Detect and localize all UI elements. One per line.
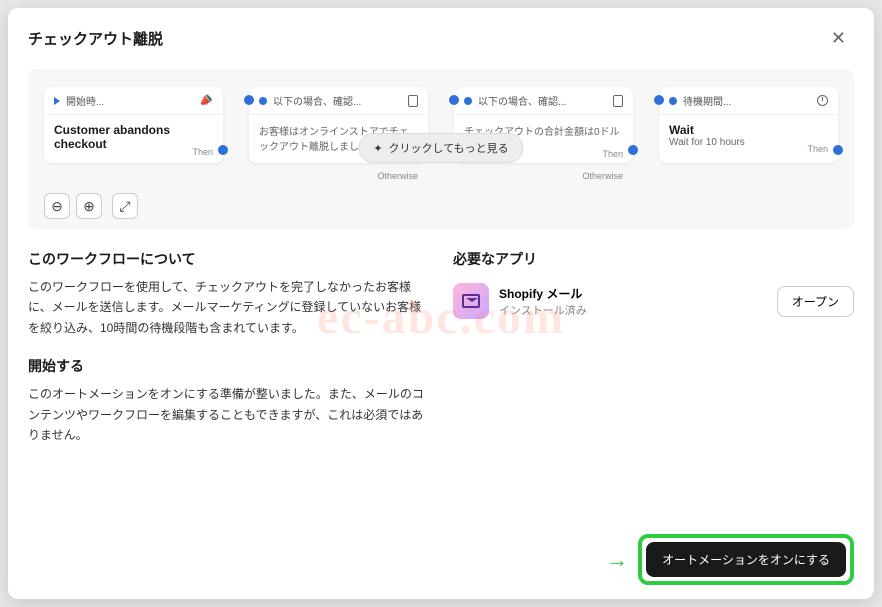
cursor-icon: ✦ [373, 142, 382, 155]
about-title: このワークフローについて [28, 249, 429, 269]
connector-dot-icon [244, 95, 254, 105]
app-row: Shopify メール インストール済み オープン [453, 277, 854, 325]
node-header-label: 以下の場合、確認... [273, 93, 361, 108]
content-sections: このワークフローについて このワークフローを使用して、チェックアウトを完了しなか… [28, 249, 854, 463]
then-label: Then [807, 144, 828, 154]
clipboard-icon [613, 95, 623, 107]
workflow-canvas[interactable]: 開始時... 📣 Customer abandons checkout Then [28, 69, 854, 229]
click-more-pill[interactable]: ✦ クリックしてもっと見る [358, 133, 523, 163]
workflow-node-trigger[interactable]: 開始時... 📣 Customer abandons checkout Then [44, 87, 223, 163]
connector-dot-icon [628, 145, 638, 155]
workflow-node-wait[interactable]: 待機期間... Wait Wait for 10 hours Then [659, 87, 838, 163]
node-header-label: 以下の場合、確認... [478, 93, 566, 108]
otherwise-row: Otherwise Otherwise [44, 171, 838, 181]
highlight-annotation: オートメーションをオンにする [638, 534, 854, 585]
dot-icon [669, 97, 677, 105]
open-app-button[interactable]: オープン [777, 286, 854, 317]
zoom-in-button[interactable]: ⊕ [76, 193, 102, 219]
turn-on-automation-button[interactable]: オートメーションをオンにする [646, 542, 846, 577]
node-title: Customer abandons checkout [54, 123, 213, 151]
node-title: Wait [669, 123, 828, 137]
connector-dot-icon [654, 95, 664, 105]
otherwise-label: Otherwise [249, 171, 428, 181]
play-icon [54, 97, 60, 105]
zoom-out-button[interactable]: ⊖ [44, 193, 70, 219]
node-header-label: 待機期間... [683, 93, 731, 108]
modal: チェックアウト離脱 ✕ 開始時... 📣 Customer abandons c… [8, 8, 874, 599]
start-text: このオートメーションをオンにする準備が整いました。また、メールのコンテンツやワー… [28, 384, 429, 445]
node-body: Wait Wait for 10 hours Then [659, 115, 838, 158]
node-header-label: 開始時... [66, 93, 104, 108]
megaphone-icon: 📣 [197, 92, 214, 109]
close-button[interactable]: ✕ [823, 24, 854, 53]
connector-dot-icon [449, 95, 459, 105]
fit-button[interactable]: ⤢ [112, 193, 138, 219]
click-more-label: クリックしてもっと見る [389, 140, 509, 156]
apps-column: 必要なアプリ Shopify メール インストール済み オープン [453, 249, 854, 463]
app-icon [453, 283, 489, 319]
node-desc: Wait for 10 hours [669, 137, 828, 148]
about-column: このワークフローについて このワークフローを使用して、チェックアウトを完了しなか… [28, 249, 429, 463]
arrow-hint-icon: → [606, 547, 628, 573]
node-header: 開始時... 📣 [44, 87, 223, 115]
modal-body: 開始時... 📣 Customer abandons checkout Then [8, 65, 874, 520]
modal-footer: → オートメーションをオンにする [8, 520, 874, 599]
otherwise-label: Otherwise [454, 171, 633, 181]
start-title: 開始する [28, 356, 429, 376]
modal-header: チェックアウト離脱 ✕ [8, 8, 874, 65]
dot-icon [464, 97, 472, 105]
clock-icon [817, 95, 828, 106]
app-status: インストール済み [499, 302, 587, 318]
connector-dot-icon [218, 145, 228, 155]
about-text: このワークフローを使用して、チェックアウトを完了しなかったお客様に、メールを送信… [28, 277, 429, 338]
node-body: Customer abandons checkout Then [44, 115, 223, 161]
then-label: Then [602, 149, 623, 159]
apps-title: 必要なアプリ [453, 249, 854, 269]
node-header: 以下の場合、確認... [454, 87, 633, 115]
canvas-controls: ⊖ ⊕ ⤢ [44, 193, 838, 219]
app-name: Shopify メール [499, 285, 587, 302]
mail-icon [462, 294, 480, 308]
connector-dot-icon [833, 145, 843, 155]
dot-icon [259, 97, 267, 105]
clipboard-icon [408, 95, 418, 107]
node-header: 以下の場合、確認... [249, 87, 428, 115]
modal-title: チェックアウト離脱 [28, 28, 163, 49]
node-header: 待機期間... [659, 87, 838, 115]
then-label: Then [192, 147, 213, 157]
